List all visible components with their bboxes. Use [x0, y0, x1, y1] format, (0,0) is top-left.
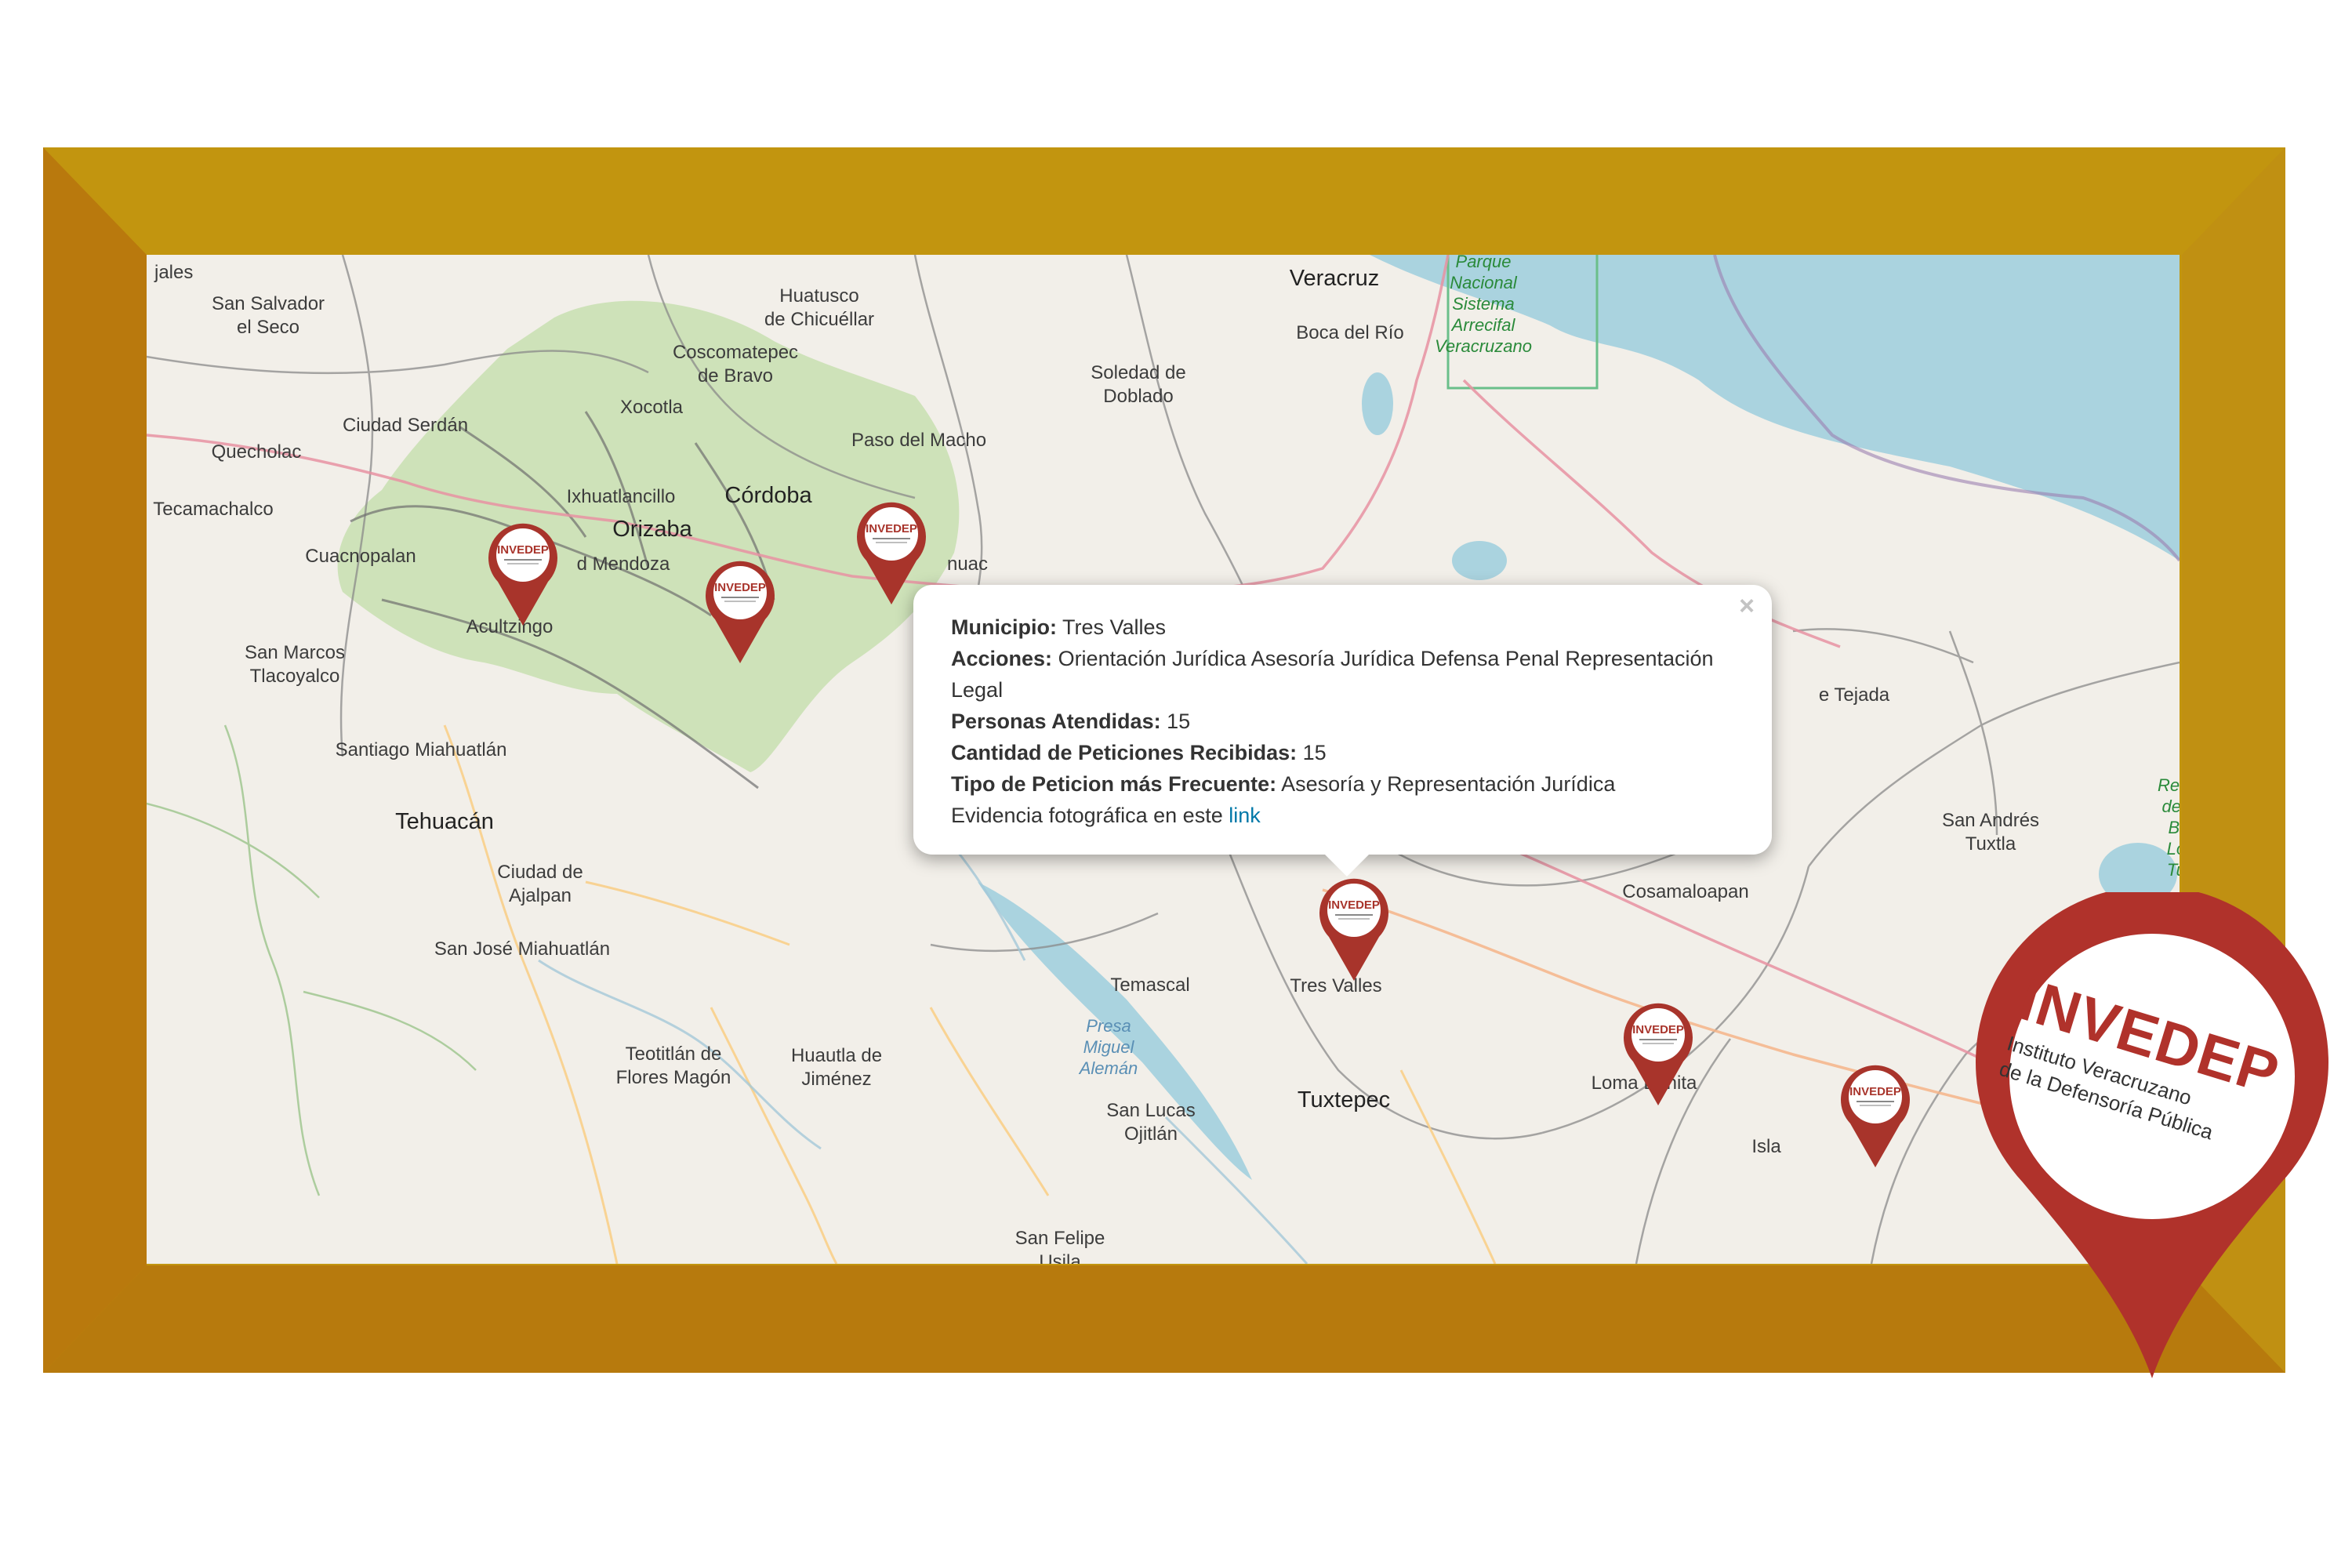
- popup-close-button[interactable]: ×: [1739, 591, 1755, 622]
- place-label-veracruz: Veracruz: [1289, 266, 1380, 291]
- place-label-tejada: e Tejada: [1818, 684, 1890, 706]
- place-label-ciudad-mendoza: d Mendoza: [576, 554, 670, 575]
- marker-logo: INVEDEP: [866, 522, 917, 535]
- place-label-isla: Isla: [1751, 1136, 1781, 1157]
- place-label-santiago: Santiago Miahuatlán: [335, 739, 507, 760]
- place-label-soledad: Soledad de Doblado: [1091, 362, 1186, 407]
- popup-acciones-row: Acciones: Orientación Jurídica Asesoría …: [951, 643, 1740, 706]
- map-marker-orizaba[interactable]: INVEDEP: [701, 555, 779, 665]
- place-label-nuac: nuac: [946, 554, 989, 575]
- place-label-tuxtepec: Tuxtepec: [1297, 1087, 1391, 1112]
- popup-personas-row: Personas Atendidas: 15: [951, 706, 1740, 737]
- place-label-reserva: Reser de la Bio Los Tux: [2158, 775, 2180, 880]
- place-label-cosamaloapan: Cosamaloapan: [1622, 881, 1749, 902]
- place-label-tecamachalco: Tecamachalco: [153, 499, 274, 520]
- place-label-coscomatepec: Coscomatepec de Bravo: [672, 342, 799, 387]
- marker-logo: INVEDEP: [497, 543, 549, 557]
- place-label-boca-del-rio: Boca del Río: [1296, 322, 1404, 343]
- place-label-san-jose: San José Miahuatlán: [434, 938, 611, 960]
- map-marker-acultzingo[interactable]: INVEDEP: [484, 517, 562, 627]
- popup-acciones-label: Acciones:: [951, 647, 1053, 670]
- map-marker-loma-bonita[interactable]: INVEDEP: [1619, 997, 1697, 1107]
- popup-tipo-row: Tipo de Peticion más Frecuente: Asesoría…: [951, 768, 1740, 800]
- place-label-huautla: Huautla de Jiménez: [790, 1045, 883, 1090]
- place-label-parque: Parque Nacional Sistema Arrecifal Veracr…: [1435, 255, 1532, 356]
- place-label-paso-del-macho: Paso del Macho: [851, 430, 987, 451]
- place-label-san-andres: San Andrés Tuxtla: [1941, 810, 2040, 855]
- place-label-cordoba: Córdoba: [724, 483, 812, 508]
- popup-content: Municipio: Tres Valles Acciones: Orienta…: [951, 612, 1740, 831]
- popup-peticiones-label: Cantidad de Peticiones Recibidas:: [951, 741, 1298, 764]
- marker-logo: INVEDEP: [1328, 898, 1380, 912]
- place-label-huatusco: Huatusco de Chicuéllar: [764, 285, 875, 330]
- place-label-tehuacan: Tehuacán: [395, 809, 494, 834]
- marker-logo: INVEDEP: [714, 581, 766, 594]
- place-label-xocotla: Xocotla: [619, 397, 684, 418]
- map-popup: × Municipio: Tres Valles Acciones: Orien…: [913, 585, 1772, 877]
- place-label-cuacnopalan: Cuacnopalan: [305, 546, 416, 567]
- invedep-badge-pin: [1976, 892, 2328, 1378]
- popup-peticiones-row: Cantidad de Peticiones Recibidas: 15: [951, 737, 1740, 768]
- place-label-san-salvador: San Salvador el Seco: [211, 293, 325, 338]
- place-label-ciudad-ajalpan: Ciudad de Ajalpan: [497, 862, 583, 906]
- place-label-quecholac: Quecholac: [211, 441, 302, 463]
- place-label-san-marcos: San Marcos Tlacoyalco: [244, 642, 346, 687]
- place-label-san-lucas: San Lucas Ojitlán: [1106, 1100, 1196, 1145]
- popup-municipio-label: Municipio:: [951, 615, 1057, 639]
- popup-evidencia-row: Evidencia fotográfica en este link: [951, 800, 1740, 831]
- place-label-jales: jales: [154, 262, 194, 283]
- popup-evidencia-link[interactable]: link: [1229, 804, 1261, 827]
- place-label-ciudad-serdan: Ciudad Serdán: [342, 415, 469, 436]
- marker-logo: INVEDEP: [1849, 1085, 1901, 1098]
- place-label-orizaba: Orizaba: [612, 517, 692, 542]
- popup-tipo-value: Asesoría y Representación Jurídica: [1281, 772, 1616, 796]
- popup-personas-value: 15: [1167, 710, 1191, 733]
- place-label-temascal: Temascal: [1110, 975, 1190, 996]
- map-view[interactable]: jales San Salvador el Seco Huatusco de C…: [147, 255, 2180, 1264]
- popup-peticiones-value: 15: [1302, 741, 1327, 764]
- map-marker-tres-valles[interactable]: INVEDEP: [1315, 873, 1393, 982]
- place-label-teotitlan: Teotitlán de Flores Magón: [615, 1044, 731, 1088]
- place-label-ixhuatlancillo: Ixhuatlancillo: [566, 486, 676, 507]
- popup-municipio-row: Municipio: Tres Valles: [951, 612, 1740, 643]
- popup-evidencia-text: Evidencia fotográfica en este: [951, 804, 1223, 827]
- place-label-presa: Presa Miguel Alemán: [1079, 1016, 1138, 1078]
- popup-tipo-label: Tipo de Peticion más Frecuente:: [951, 772, 1277, 796]
- popup-acciones-value: Orientación Jurídica Asesoría Jurídica D…: [951, 647, 1714, 702]
- popup-personas-label: Personas Atendidas:: [951, 710, 1161, 733]
- map-marker-isla[interactable]: INVEDEP: [1836, 1059, 1915, 1169]
- place-label-san-felipe: San Felipe Usila: [1014, 1228, 1105, 1264]
- popup-municipio-value: Tres Valles: [1062, 615, 1167, 639]
- marker-logo: INVEDEP: [1632, 1023, 1684, 1036]
